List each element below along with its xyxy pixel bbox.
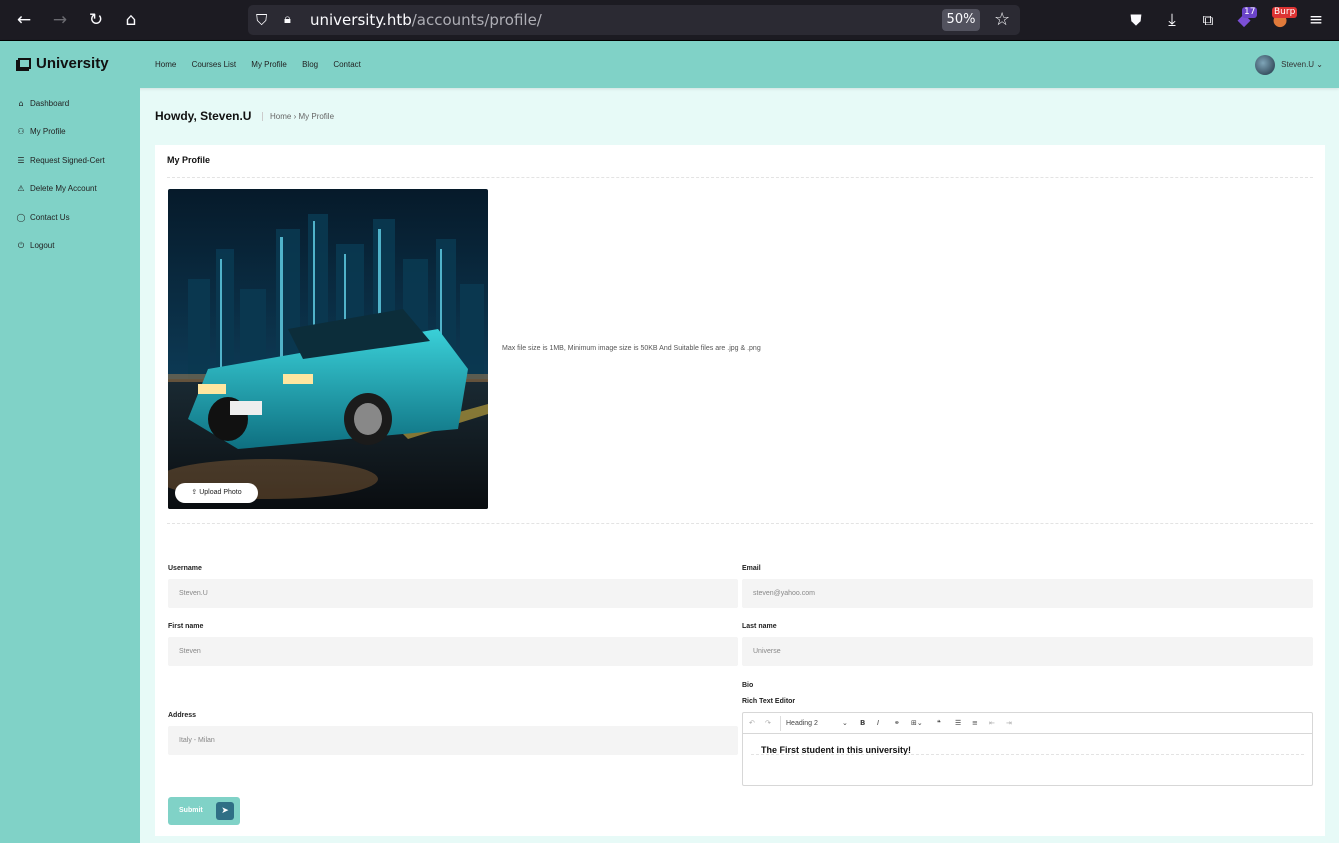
logo-icon — [18, 58, 31, 69]
burp-badge: Burp — [1272, 7, 1298, 18]
profile-photo: ⇪ Upload Photo — [168, 189, 488, 509]
download-icon[interactable]: ⤓ — [1160, 8, 1184, 32]
email-label: Email — [742, 565, 761, 572]
extensions-icon[interactable]: ⧉ — [1196, 8, 1220, 32]
reload-icon[interactable]: ↻ — [84, 8, 108, 32]
extension-badge: 17 — [1242, 7, 1258, 18]
page-title: Howdy, Steven.U — [155, 109, 252, 123]
chevron-down-icon: ⌄ — [1316, 60, 1323, 70]
divider — [167, 177, 1313, 178]
nav-courses-list[interactable]: Courses List — [192, 60, 236, 69]
sidebar-item-logout[interactable]: ⏻ Logout — [16, 240, 55, 252]
document-icon: ☰ — [17, 156, 25, 165]
chevron-down-icon[interactable]: ⌄ — [842, 713, 848, 734]
italic-icon[interactable]: I — [877, 713, 879, 734]
email-field[interactable]: steven@yahoo.com — [742, 579, 1313, 608]
address-field[interactable]: Italy - Milan — [168, 726, 738, 755]
file-requirements: Max file size is 1MB, Minimum image size… — [502, 345, 761, 352]
last-name-label: Last name — [742, 623, 777, 630]
logout-icon: ⏻ — [17, 241, 25, 250]
forward-icon[interactable]: → — [48, 8, 72, 32]
link-icon[interactable]: ⚭ — [894, 713, 900, 734]
sidebar-item-dashboard[interactable]: ⌂ Dashboard — [16, 98, 69, 110]
main-content: Howdy, Steven.U Home › My Profile My Pro… — [140, 88, 1339, 843]
username-label: Username — [168, 565, 202, 572]
redo-icon[interactable]: ↷ — [765, 713, 771, 734]
nav-home[interactable]: Home — [155, 60, 176, 69]
upload-icon: ⇪ — [191, 489, 198, 496]
sidebar-item-my-profile[interactable]: ⚇ My Profile — [16, 126, 65, 138]
submit-button[interactable]: Submit ➤ — [168, 797, 240, 825]
indent-icon[interactable]: ⇥ — [1006, 713, 1012, 734]
outdent-icon[interactable]: ⇤ — [989, 713, 995, 734]
home-icon[interactable]: ⌂ — [119, 8, 143, 32]
lock-icon[interactable]: 🔒︎ — [284, 10, 291, 30]
address-label: Address — [168, 712, 197, 719]
top-navbar: University Home Courses List My Profile … — [0, 41, 1339, 88]
undo-icon[interactable]: ↶ — [749, 713, 755, 734]
warning-icon: ⚠ — [17, 184, 25, 193]
submit-label: Submit — [179, 807, 203, 814]
heading-select[interactable]: Heading 2 — [786, 713, 818, 734]
sidebar-item-request-signed-cert[interactable]: ☰ Request Signed-Cert — [16, 155, 104, 167]
blockquote-icon[interactable]: ❝ — [937, 713, 941, 734]
nav-contact[interactable]: Contact — [333, 60, 361, 69]
numbered-list-icon[interactable]: ≡ — [972, 713, 978, 734]
chat-icon: ◯ — [16, 213, 26, 222]
send-icon: ➤ — [216, 802, 234, 820]
avatar[interactable] — [1255, 55, 1276, 75]
first-name-label: First name — [168, 623, 204, 630]
back-icon[interactable]: ← — [12, 8, 36, 32]
pocket-icon[interactable]: ⛊ — [1124, 8, 1148, 32]
nav-my-profile[interactable]: My Profile — [251, 60, 287, 69]
url-text[interactable]: university.htb/accounts/profile/ — [310, 11, 542, 29]
sidebar: ⌂ Dashboard ⚇ My Profile ☰ Request Signed-C… — [0, 88, 140, 843]
first-name-field[interactable]: Steven — [168, 637, 738, 666]
breadcrumb-home[interactable]: Home — [270, 112, 291, 121]
browser-toolbar: ← → ↻ ⌂ ⛉ 🔒︎ university.htb/accounts/pro… — [0, 0, 1339, 41]
bio-editor[interactable]: ↶ ↷ Heading 2 ⌄ B I ⚭ ⊞⌄ ❝ ☰ ≡ ⇤ ⇥ The F… — [742, 712, 1313, 786]
user-icon: ⚇ — [17, 127, 25, 136]
sidebar-item-delete-account[interactable]: ⚠ Delete My Account — [16, 183, 96, 195]
home-icon: ⌂ — [18, 99, 24, 108]
sidebar-item-contact-us[interactable]: ◯ Contact Us — [16, 212, 70, 224]
bold-icon[interactable]: B — [860, 713, 865, 734]
toolbar-separator — [780, 716, 781, 731]
address-bar[interactable]: ⛉ 🔒︎ university.htb/accounts/profile/ 50… — [248, 5, 1020, 35]
user-menu[interactable]: Steven.U ⌄ — [1255, 55, 1323, 75]
editor-toolbar: ↶ ↷ Heading 2 ⌄ B I ⚭ ⊞⌄ ❝ ☰ ≡ ⇤ ⇥ — [743, 713, 1312, 734]
main-nav: Home Courses List My Profile Blog Contac… — [155, 60, 374, 69]
profile-photo-image — [168, 189, 488, 509]
bulleted-list-icon[interactable]: ☰ — [955, 713, 961, 734]
bio-label: Bio — [742, 682, 754, 689]
username-field[interactable]: Steven.U — [168, 579, 738, 608]
profile-card: My Profile ⇪ Upload Photo Max file size … — [155, 145, 1325, 836]
shield-icon[interactable]: ⛉ — [256, 10, 267, 30]
last-name-field[interactable]: Universe — [742, 637, 1313, 666]
upload-photo-button[interactable]: ⇪ Upload Photo — [175, 483, 258, 503]
table-icon[interactable]: ⊞⌄ — [911, 713, 923, 734]
breadcrumb: Home › My Profile — [262, 112, 334, 121]
card-title: My Profile — [167, 155, 211, 165]
menu-icon[interactable]: ≡ — [1304, 8, 1328, 32]
divider — [751, 754, 1304, 755]
divider — [167, 523, 1313, 524]
rich-text-editor-label: Rich Text Editor — [742, 698, 796, 705]
bookmark-star-icon[interactable]: ☆ — [994, 8, 1010, 32]
site-logo[interactable]: University — [18, 55, 109, 73]
zoom-level[interactable]: 50% — [942, 9, 980, 31]
breadcrumb-current: My Profile — [298, 112, 335, 121]
nav-blog[interactable]: Blog — [302, 60, 318, 69]
